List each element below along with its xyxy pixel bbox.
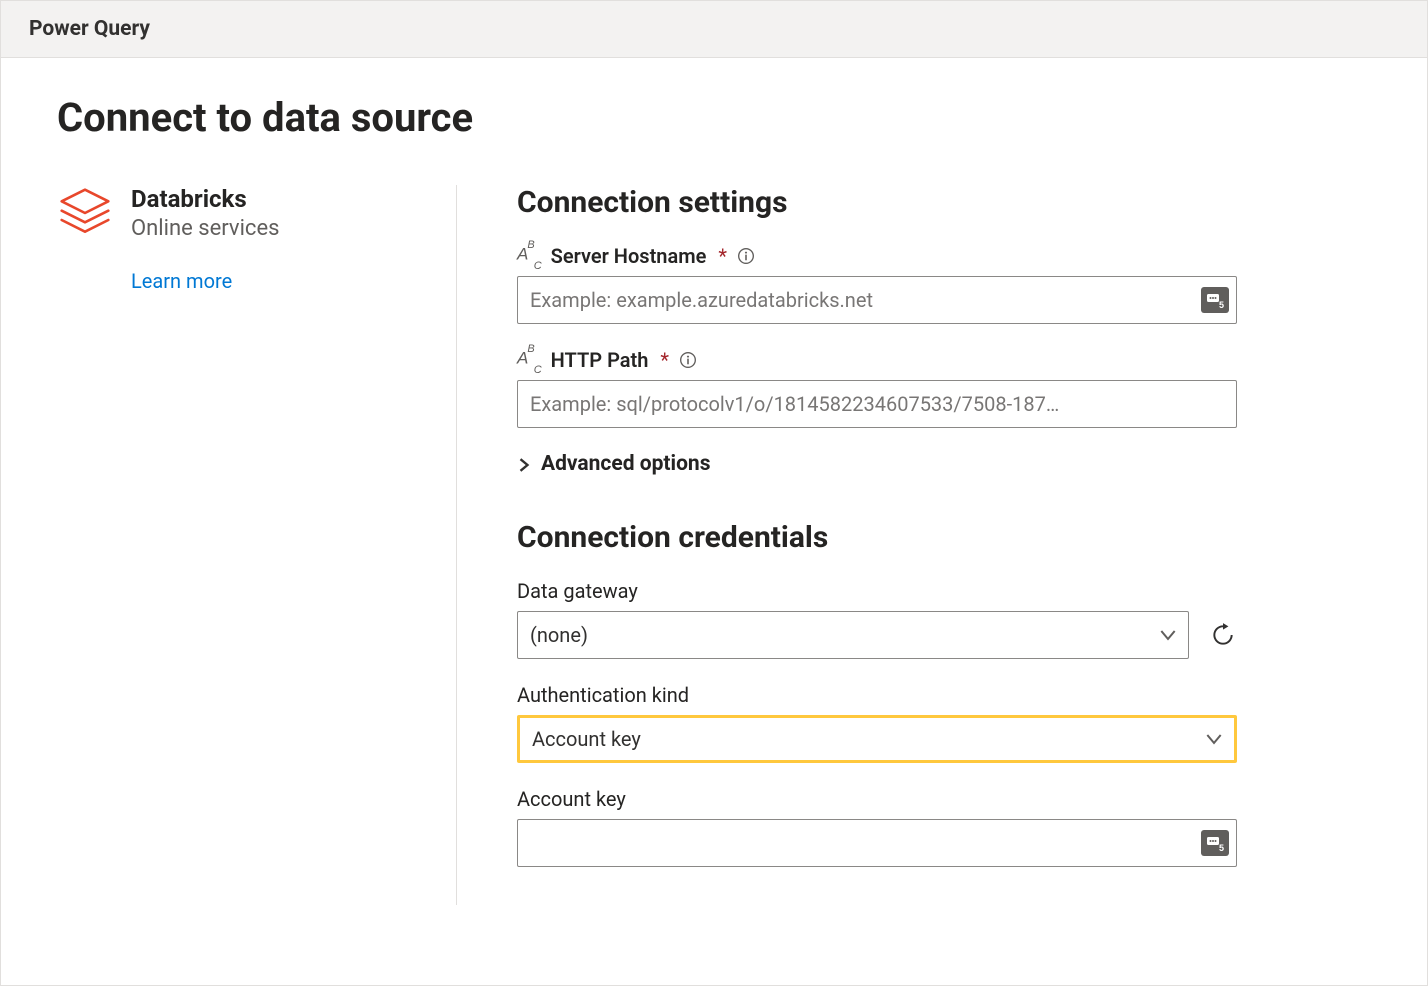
parameter-icon[interactable]: 5 <box>1201 287 1229 313</box>
account-key-input[interactable] <box>517 819 1237 867</box>
connector-panel: Databricks Online services Learn more <box>57 185 457 905</box>
text-type-icon: ABC <box>517 348 541 371</box>
chevron-down-icon <box>1160 627 1176 643</box>
learn-more-link[interactable]: Learn more <box>131 269 232 293</box>
server-hostname-input[interactable] <box>517 276 1237 324</box>
titlebar: Power Query <box>1 1 1427 58</box>
svg-text:5: 5 <box>1219 300 1224 309</box>
svg-text:5: 5 <box>1219 843 1224 852</box>
parameter-icon[interactable]: 5 <box>1201 830 1229 856</box>
advanced-options-toggle[interactable]: Advanced options <box>517 452 1237 476</box>
data-gateway-label: Data gateway <box>517 579 1237 603</box>
authentication-kind-select[interactable]: Account key <box>517 715 1237 763</box>
account-key-label: Account key <box>517 787 1237 811</box>
refresh-icon[interactable] <box>1209 621 1237 649</box>
required-mark: * <box>718 244 727 268</box>
server-hostname-label: Server Hostname <box>551 244 707 268</box>
http-path-field: ABC HTTP Path * <box>517 348 1237 428</box>
data-gateway-field: Data gateway (none) <box>517 579 1237 659</box>
text-type-icon: ABC <box>517 244 541 267</box>
connector-category: Online services <box>131 216 279 241</box>
authentication-kind-label: Authentication kind <box>517 683 1237 707</box>
connection-settings-heading: Connection settings <box>517 185 1237 220</box>
required-mark: * <box>660 348 669 372</box>
advanced-options-label: Advanced options <box>541 452 711 476</box>
http-path-input[interactable] <box>517 380 1237 428</box>
data-gateway-select[interactable]: (none) <box>517 611 1189 659</box>
server-hostname-field: ABC Server Hostname * <box>517 244 1237 324</box>
chevron-right-icon <box>517 457 531 471</box>
app-name: Power Query <box>29 17 150 41</box>
connector-name: Databricks <box>131 185 279 214</box>
account-key-field: Account key 5 <box>517 787 1237 867</box>
chevron-down-icon <box>1206 731 1222 747</box>
info-icon[interactable] <box>737 247 755 265</box>
page-title: Connect to data source <box>57 94 1371 141</box>
settings-panel: Connection settings ABC Server Hostname … <box>457 185 1237 891</box>
authentication-kind-value: Account key <box>532 727 641 751</box>
connection-credentials-heading: Connection credentials <box>517 520 1237 555</box>
databricks-icon <box>57 185 113 241</box>
data-gateway-value: (none) <box>530 623 588 647</box>
info-icon[interactable] <box>679 351 697 369</box>
authentication-kind-field: Authentication kind Account key <box>517 683 1237 763</box>
http-path-label: HTTP Path <box>551 348 649 372</box>
